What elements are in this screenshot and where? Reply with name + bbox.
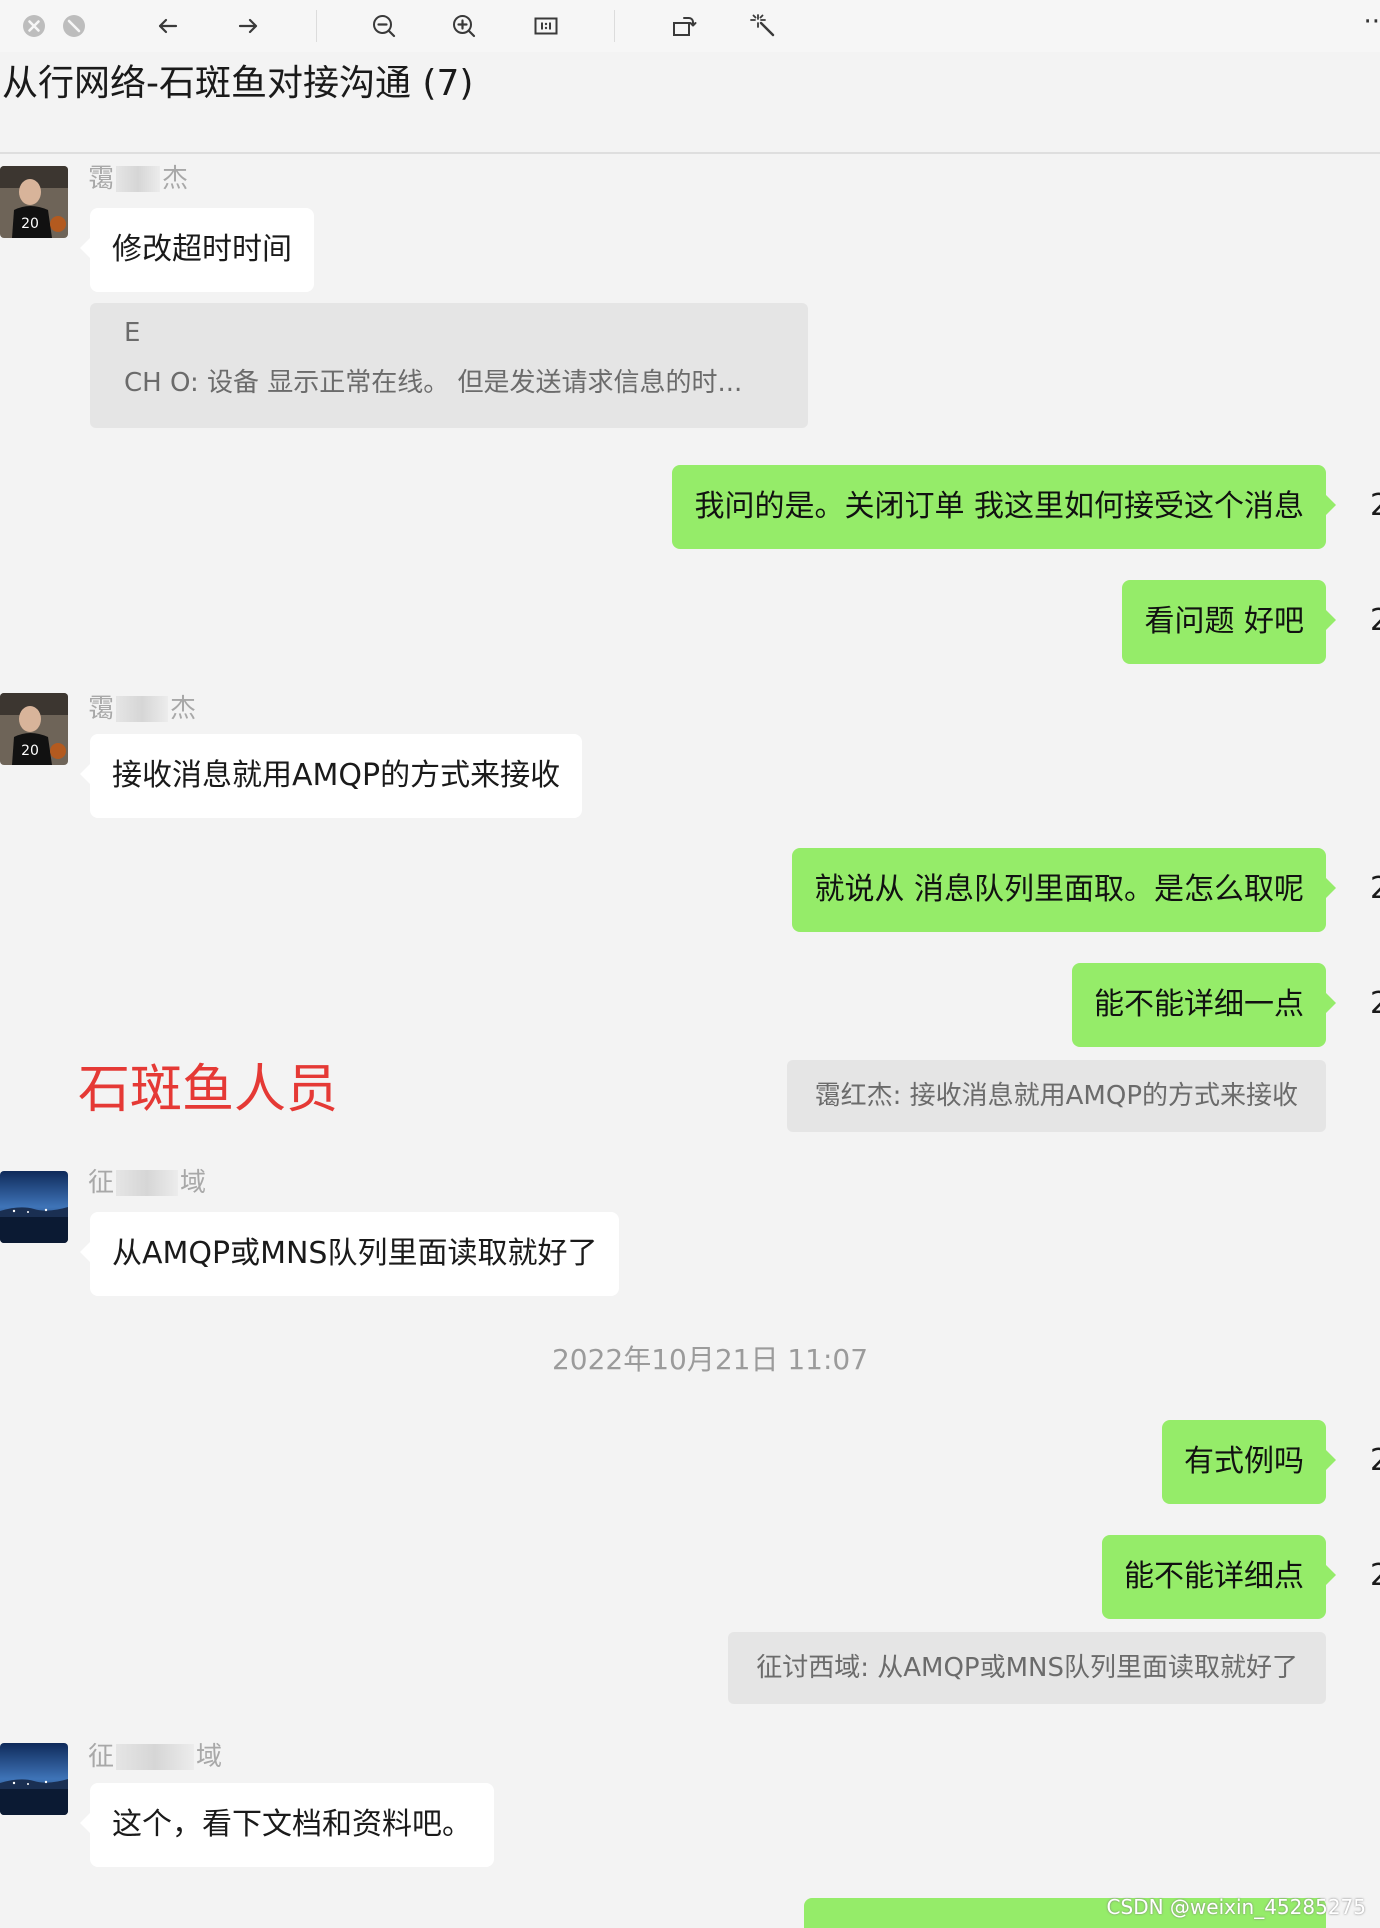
sender-name-last: 杰	[162, 164, 189, 194]
actual-size-button[interactable]	[528, 8, 564, 44]
close-icon	[23, 15, 45, 37]
actual-size-icon	[534, 17, 558, 35]
own-avatar-edge: 2	[1370, 488, 1380, 523]
own-avatar-edge: 2	[1370, 1558, 1380, 1593]
stop-icon	[63, 15, 85, 37]
rotate-button[interactable]	[666, 8, 702, 44]
own-avatar-edge: 2	[1370, 1443, 1380, 1478]
night-sky-avatar-icon	[0, 1171, 68, 1243]
chat-title: 从行网络-石斑鱼对接沟通 (7)	[2, 63, 474, 104]
sender-name-last: 杰	[170, 694, 197, 724]
zoom-out-button[interactable]	[366, 8, 402, 44]
sender-name-last: 域	[180, 1168, 207, 1198]
avatar[interactable]	[0, 1171, 68, 1243]
forward-button[interactable]	[230, 8, 266, 44]
message-bubble-outgoing[interactable]: 能不能详细点	[1102, 1535, 1336, 1619]
message-timestamp: 2022年10月21日 11:07	[551, 1343, 869, 1376]
arrow-right-icon	[238, 18, 258, 34]
quoted-message-line: E	[124, 318, 141, 348]
message-bubble-outgoing[interactable]: 能不能详细一点	[1072, 963, 1336, 1047]
reply-quote[interactable]: 征讨西域: 从AMQP或MNS队列里面读取就好了	[728, 1632, 1326, 1704]
close-button[interactable]	[16, 8, 52, 44]
basketball-player-avatar-icon: 20	[0, 693, 68, 765]
more-menu[interactable]: ··	[1363, 6, 1380, 38]
sender-name-first: 霭	[88, 694, 115, 724]
own-avatar-edge: 2	[1370, 871, 1380, 906]
sender-name: 征 域	[88, 1740, 222, 1774]
zoom-out-icon	[373, 15, 396, 38]
enhance-button[interactable]	[746, 8, 782, 44]
avatar[interactable]: 20	[0, 693, 68, 765]
watermark: CSDN @weixin_45285275	[1106, 1895, 1366, 1919]
zoom-in-button[interactable]	[446, 8, 482, 44]
message-bubble-outgoing[interactable]: 我问的是。关闭订单 我这里如何接受这个消息	[672, 465, 1336, 549]
basketball-player-avatar-icon: 20	[0, 166, 68, 238]
quoted-message[interactable]: E CH O: 设备 显示正常在线。 但是发送请求信息的时...	[90, 303, 808, 428]
message-bubble-incoming[interactable]: 从AMQP或MNS队列里面读取就好了	[79, 1212, 620, 1296]
message-bubble-incoming[interactable]: 接收消息就用AMQP的方式来接收	[79, 734, 583, 818]
sender-name: 霭 杰	[88, 162, 188, 196]
quoted-message-line: CH O: 设备 显示正常在线。 但是发送请求信息的时...	[124, 368, 743, 398]
sender-name-first: 征	[88, 1742, 115, 1772]
annotation-label: 石斑鱼人员	[78, 1060, 339, 1120]
sender-name: 霭 杰	[88, 692, 196, 726]
arrow-left-icon	[158, 18, 178, 34]
own-avatar-edge: 2	[1370, 603, 1380, 638]
own-avatar-edge: 2	[1370, 986, 1380, 1021]
rotate-icon	[673, 17, 697, 36]
zoom-in-icon	[453, 15, 476, 38]
svg-text:20: 20	[21, 743, 39, 759]
redacted-name-block	[116, 1170, 179, 1196]
redacted-name-block	[116, 1744, 195, 1770]
title-divider	[0, 152, 1380, 154]
svg-text:20: 20	[21, 216, 39, 232]
avatar[interactable]	[0, 1743, 68, 1815]
sender-name-last: 域	[196, 1742, 223, 1772]
message-bubble-incoming[interactable]: 修改超时时间	[80, 208, 314, 292]
toolbar-divider	[614, 10, 615, 42]
redacted-name-block	[116, 166, 161, 192]
message-bubble-outgoing[interactable]: 有式例吗	[1162, 1420, 1336, 1504]
reply-quote[interactable]: 霭红杰: 接收消息就用AMQP的方式来接收	[786, 1060, 1326, 1132]
toolbar-divider	[316, 10, 317, 42]
night-sky-avatar-icon	[0, 1743, 68, 1815]
avatar[interactable]: 20	[0, 166, 68, 238]
sender-name-first: 征	[88, 1168, 115, 1198]
back-button[interactable]	[150, 8, 186, 44]
message-bubble-outgoing[interactable]: 看问题 好吧	[1122, 580, 1336, 664]
image-viewer-toolbar: ··	[0, 0, 1380, 52]
magic-wand-icon	[750, 14, 775, 37]
message-bubble-outgoing[interactable]: 就说从 消息队列里面取。是怎么取呢	[792, 848, 1336, 932]
message-bubble-incoming[interactable]: 这个，看下文档和资料吧。	[80, 1783, 494, 1867]
sender-name: 征 域	[88, 1166, 206, 1200]
sender-name-first: 霭	[88, 164, 115, 194]
redacted-name-block	[116, 696, 169, 722]
stop-button[interactable]	[56, 8, 92, 44]
